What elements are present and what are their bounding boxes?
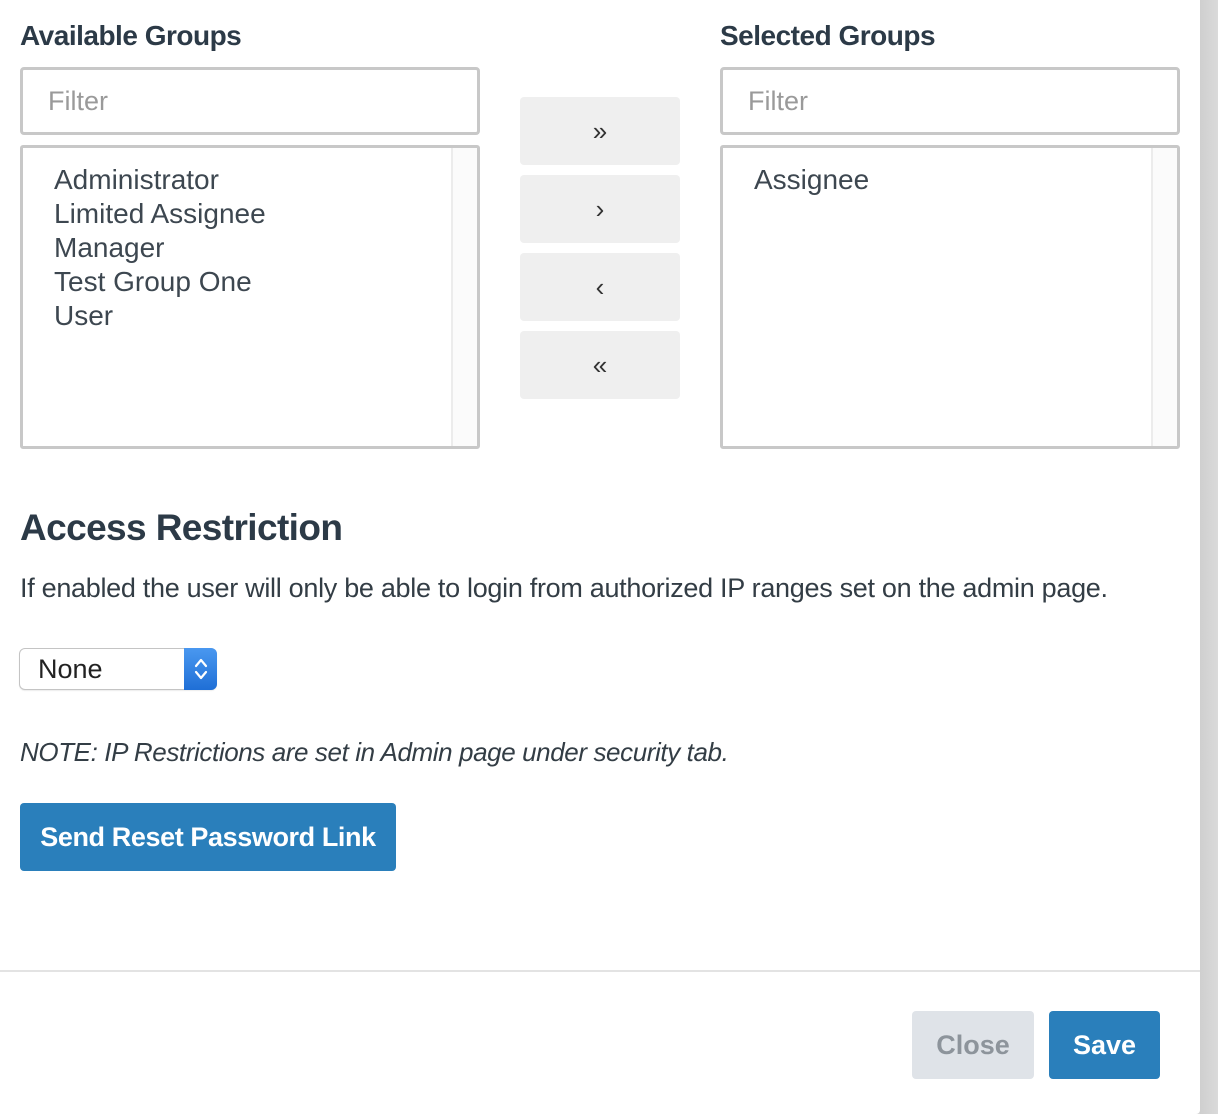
access-restriction-description: If enabled the user will only be able to… <box>20 573 1108 603</box>
list-item[interactable]: Assignee <box>754 163 869 197</box>
list-item[interactable]: User <box>54 299 266 333</box>
user-groups-modal: Available Groups Administrator Limited A… <box>0 0 1200 1114</box>
available-groups-list[interactable]: Administrator Limited Assignee Manager T… <box>20 145 480 449</box>
ip-restriction-note: NOTE: IP Restrictions are set in Admin p… <box>20 737 729 767</box>
move-all-left-button[interactable]: « <box>520 331 680 399</box>
close-button[interactable]: Close <box>912 1011 1034 1079</box>
list-item[interactable]: Administrator <box>54 163 266 197</box>
chevron-right-icon: › <box>595 193 605 224</box>
selected-groups-list[interactable]: Assignee <box>720 145 1180 449</box>
chevron-left-icon: ‹ <box>595 271 605 302</box>
available-groups-scrollbar[interactable] <box>451 148 477 446</box>
list-item[interactable]: Test Group One <box>54 265 266 299</box>
double-chevron-right-icon: » <box>592 115 608 146</box>
footer-divider <box>0 970 1200 972</box>
available-groups-items: Administrator Limited Assignee Manager T… <box>54 163 266 333</box>
move-right-button[interactable]: › <box>520 175 680 243</box>
list-item[interactable]: Limited Assignee <box>54 197 266 231</box>
select-value: None <box>38 654 103 684</box>
available-groups-title: Available Groups <box>20 20 242 51</box>
modal-backdrop[interactable] <box>1200 0 1218 1114</box>
move-left-button[interactable]: ‹ <box>520 253 680 321</box>
selected-groups-filter-input[interactable] <box>720 67 1180 135</box>
selected-groups-title: Selected Groups <box>720 20 936 51</box>
send-reset-password-link-button[interactable]: Send Reset Password Link <box>20 803 396 871</box>
selected-groups-scrollbar[interactable] <box>1151 148 1177 446</box>
chevron-up-down-icon <box>184 648 217 690</box>
access-restriction-select[interactable]: None <box>19 648 217 690</box>
available-groups-filter-input[interactable] <box>20 67 480 135</box>
access-restriction-title: Access Restriction <box>20 507 343 548</box>
list-item[interactable]: Manager <box>54 231 266 265</box>
save-button[interactable]: Save <box>1049 1011 1160 1079</box>
move-all-right-button[interactable]: » <box>520 97 680 165</box>
selected-groups-items: Assignee <box>754 163 869 197</box>
double-chevron-left-icon: « <box>592 349 608 380</box>
